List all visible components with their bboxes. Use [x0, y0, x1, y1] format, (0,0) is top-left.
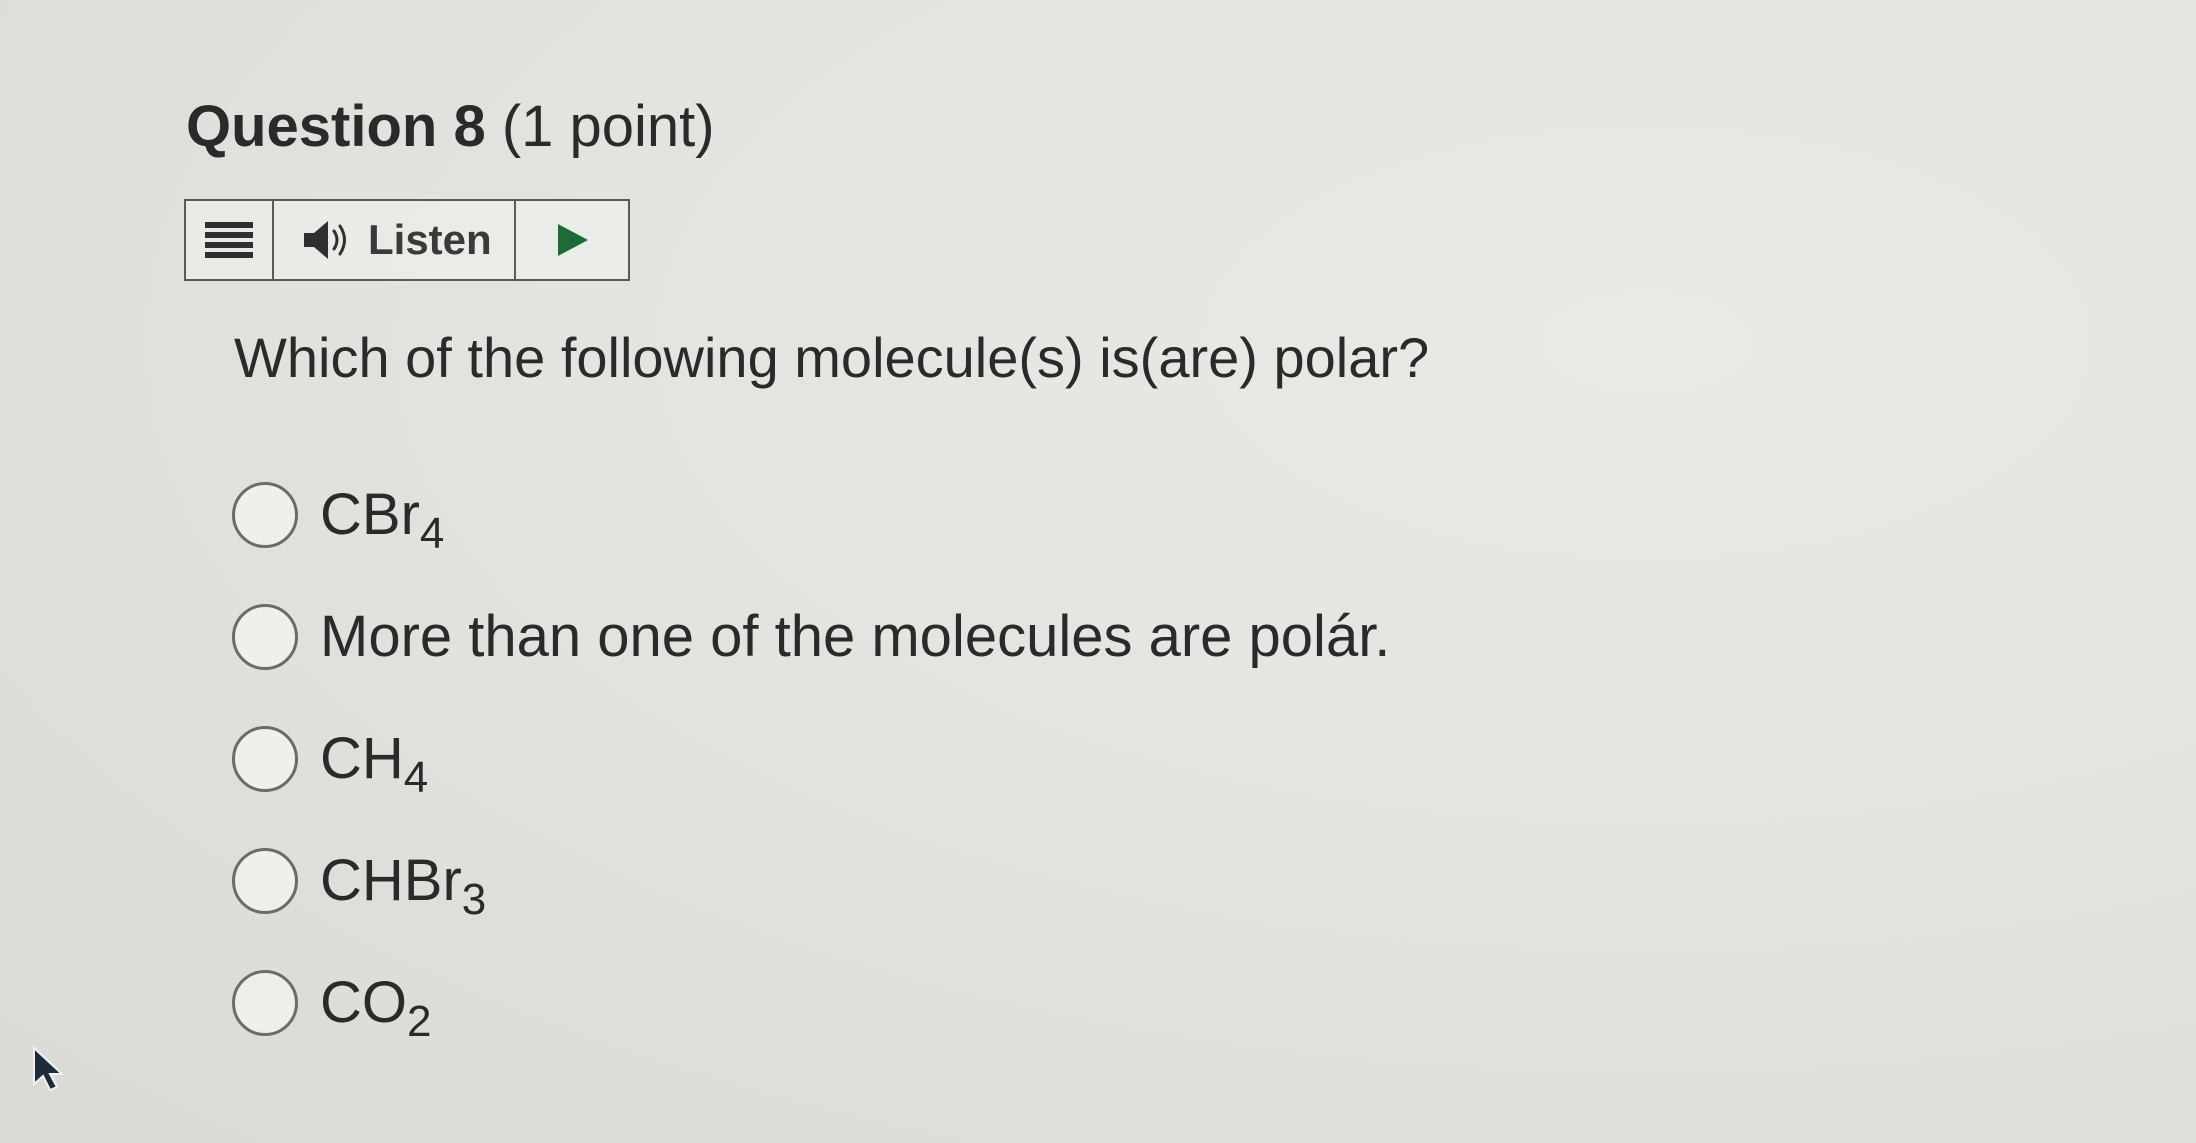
hamburger-icon	[205, 222, 253, 258]
question-prompt: Which of the following molecule(s) is(ar…	[234, 326, 1430, 389]
listen-label: Listen	[368, 216, 492, 263]
play-button[interactable]	[516, 201, 628, 279]
radio-button[interactable]	[232, 482, 298, 548]
listen-toolbar: Listen	[184, 199, 630, 281]
answer-option[interactable]: CHBr3	[232, 848, 487, 924]
answer-label: CHBr3	[320, 848, 487, 924]
mouse-cursor-icon	[33, 1046, 65, 1092]
radio-button[interactable]	[232, 970, 298, 1036]
quiz-page: Question 8 (1 point) Listen Which of the…	[0, 0, 2196, 1143]
answer-label: More than one of the molecules are polár…	[320, 604, 1391, 669]
listen-menu-button[interactable]	[186, 201, 274, 279]
answer-label: CO2	[320, 970, 432, 1046]
radio-button[interactable]	[232, 726, 298, 792]
play-icon	[558, 224, 588, 256]
answer-label: CH4	[320, 726, 429, 802]
answer-option[interactable]: More than one of the molecules are polár…	[232, 604, 1390, 670]
question-points: (1 point)	[501, 94, 715, 159]
question-heading: Question 8 (1 point)	[186, 98, 715, 156]
speaker-icon	[304, 221, 346, 259]
radio-button[interactable]	[232, 604, 298, 670]
answer-option[interactable]: CBr4	[232, 482, 445, 558]
radio-button[interactable]	[232, 848, 298, 914]
answer-option[interactable]: CH4	[232, 726, 429, 802]
answer-option[interactable]: CO2	[232, 970, 432, 1046]
listen-button[interactable]: Listen	[274, 201, 516, 279]
question-number: Question 8	[186, 94, 486, 159]
answer-label: CBr4	[320, 482, 445, 558]
